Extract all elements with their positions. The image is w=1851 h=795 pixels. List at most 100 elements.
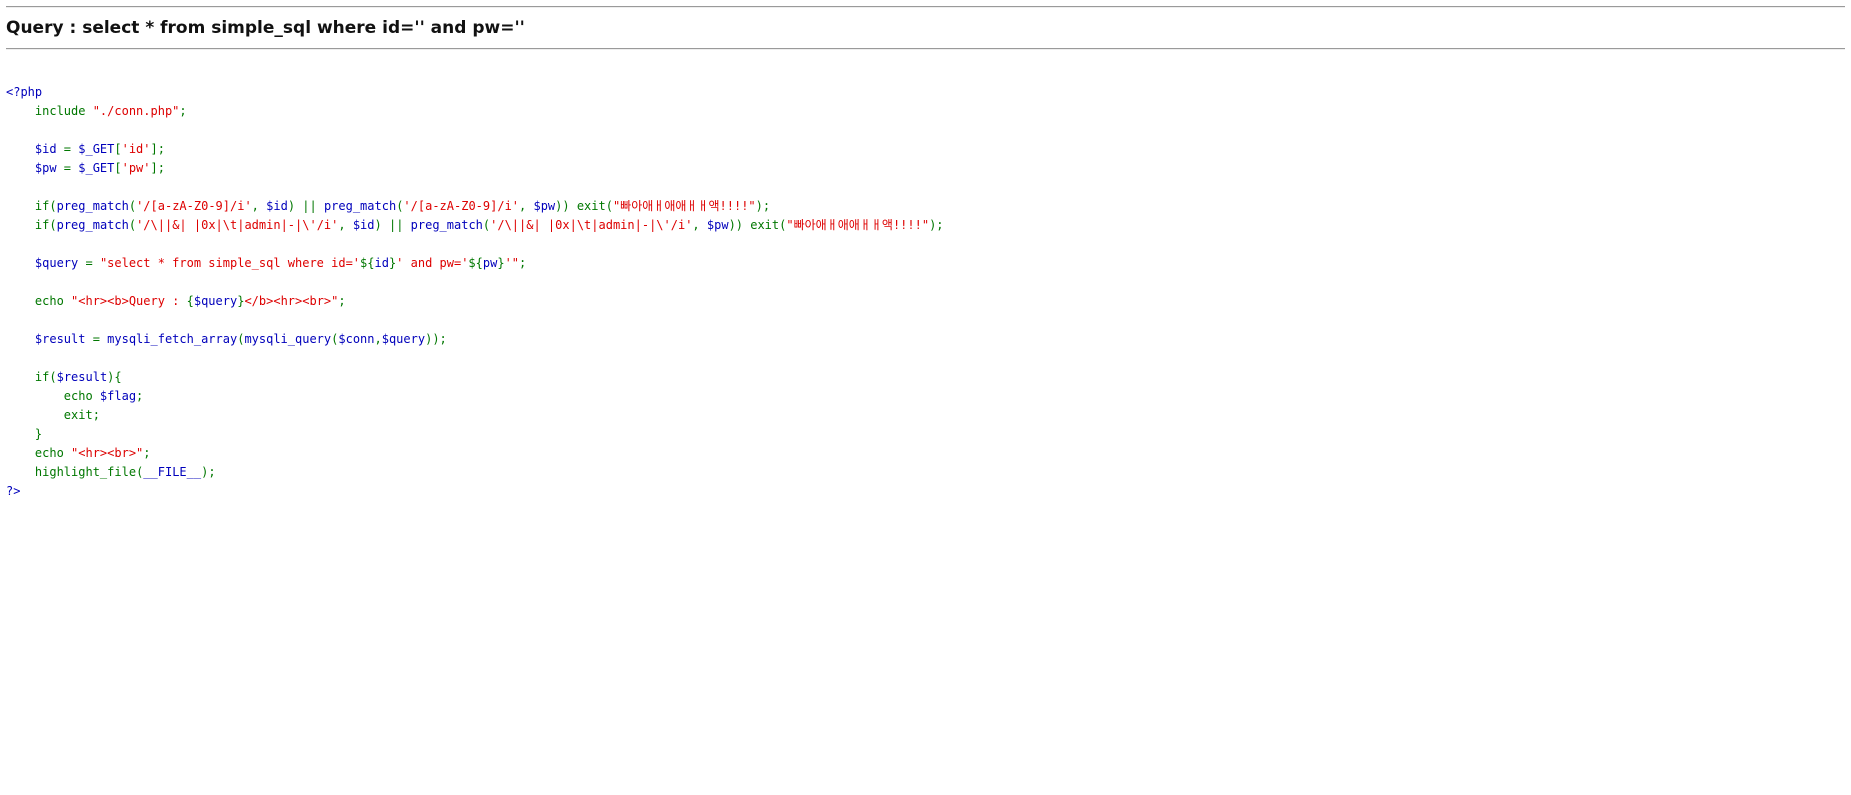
source-token: )) exit( <box>728 218 787 232</box>
source-token: ( <box>128 199 137 213</box>
source-token: , <box>692 218 707 232</box>
source-token: "빠아애ㅐ애애ㅐㅐ액!!!!" <box>612 199 756 213</box>
source-token: mysqli_query <box>244 332 332 346</box>
source-token: if( <box>34 370 57 384</box>
source-token: ; <box>179 104 187 118</box>
source-line: ?> <box>6 482 1845 501</box>
source-token <box>6 294 35 308</box>
source-line: echo "<hr><br>"; <box>6 444 1845 463</box>
source-token: [ <box>114 142 122 156</box>
source-token: $result <box>56 370 108 384</box>
source-token: echo <box>63 389 100 403</box>
source-token: , <box>251 199 267 213</box>
source-token: "빠아애ㅐ애애ㅐㅐ액!!!!" <box>786 218 930 232</box>
source-line: $query = "select * from simple_sql where… <box>6 254 1845 273</box>
source-token: ; <box>338 294 346 308</box>
source-token: "select * from simple_sql where id=' <box>99 256 361 270</box>
source-line: highlight_file(__FILE__); <box>6 463 1845 482</box>
source-token: preg_match <box>56 218 129 232</box>
source-token: = <box>63 142 79 156</box>
source-token: '/\||&| |0x|\t|admin|-|\'/i' <box>490 218 693 232</box>
source-token: { <box>186 294 194 308</box>
source-token: $query <box>193 294 238 308</box>
source-token: ' and pw=' <box>396 256 469 270</box>
query-separator: : <box>63 18 83 38</box>
query-heading: Query : select * from simple_sql where i… <box>6 18 1845 38</box>
source-token: preg_match <box>410 218 483 232</box>
source-line: $pw = $_GET['pw']; <box>6 159 1845 178</box>
source-token <box>6 408 64 422</box>
source-token: , <box>338 218 353 232</box>
source-token: ) || <box>374 218 411 232</box>
source-token <box>6 199 35 213</box>
source-token: id <box>374 256 389 270</box>
source-line: <?php <box>6 83 1845 102</box>
source-token: )) exit( <box>555 199 613 213</box>
source-token: $pw <box>6 161 64 175</box>
query-divider <box>6 48 1845 50</box>
source-token: if( <box>34 199 57 213</box>
source-token: = <box>63 161 79 175</box>
source-token: ) || <box>287 199 324 213</box>
source-line: echo "<hr><b>Query : {$query}</b><hr><br… <box>6 292 1845 311</box>
source-token: 'pw' <box>121 161 151 175</box>
source-token <box>6 427 35 441</box>
source-token <box>6 465 35 479</box>
source-line <box>6 121 1845 140</box>
source-token: $result <box>6 332 93 346</box>
source-token <box>6 389 64 403</box>
source-token: echo <box>34 294 72 308</box>
source-token: '/[a-zA-Z0-9]/i' <box>136 199 252 213</box>
source-token: 'id' <box>121 142 151 156</box>
source-line: $id = $_GET['id']; <box>6 140 1845 159</box>
source-token: "<hr><br>" <box>71 446 144 460</box>
source-token: ); <box>201 465 216 479</box>
source-token: ; <box>519 256 527 270</box>
source-token: [ <box>114 161 122 175</box>
source-token: $query <box>6 256 86 270</box>
source-token: $pw <box>533 199 556 213</box>
source-token: ; <box>143 446 151 460</box>
source-token <box>6 446 35 460</box>
source-line: if($result){ <box>6 368 1845 387</box>
source-token: = <box>92 332 108 346</box>
source-line: if(preg_match('/\||&| |0x|\t|admin|-|\'/… <box>6 216 1845 235</box>
source-token: $flag <box>99 389 137 403</box>
source-token: '/\||&| |0x|\t|admin|-|\'/i' <box>136 218 339 232</box>
source-token: <?php <box>6 85 43 99</box>
source-token: ${ <box>468 256 483 270</box>
source-line <box>6 273 1845 292</box>
source-line: } <box>6 425 1845 444</box>
source-token: ); <box>929 218 944 232</box>
source-token: } <box>497 256 505 270</box>
top-divider <box>6 6 1845 8</box>
source-token: preg_match <box>56 199 129 213</box>
source-token: ${ <box>360 256 375 270</box>
source-token: $pw <box>706 218 729 232</box>
source-token: ?> <box>6 484 21 498</box>
source-line: $result = mysqli_fetch_array(mysqli_quer… <box>6 330 1845 349</box>
source-token: exit; <box>63 408 100 422</box>
source-token: ; <box>136 389 144 403</box>
highlighted-source: <?php include "./conn.php"; $id = $_GET[… <box>6 83 1845 501</box>
source-token: "./conn.php" <box>92 104 180 118</box>
source-token: pw <box>482 256 498 270</box>
source-token: )); <box>425 332 447 346</box>
source-token <box>6 218 35 232</box>
source-token: $id <box>6 142 64 156</box>
source-line: include "./conn.php"; <box>6 102 1845 121</box>
source-line <box>6 178 1845 197</box>
source-token: </b><hr><br>" <box>244 294 339 308</box>
source-line: exit; <box>6 406 1845 425</box>
query-label: Query <box>6 18 64 38</box>
source-token: "<hr><b>Query : <box>71 294 187 308</box>
query-text: select * from simple_sql where id='' and… <box>82 18 525 38</box>
source-token: __FILE__ <box>143 465 202 479</box>
source-line <box>6 349 1845 368</box>
source-token: mysqli_fetch_array <box>107 332 238 346</box>
source-token: ){ <box>107 370 122 384</box>
source-token: if( <box>34 218 57 232</box>
source-token: } <box>34 427 43 441</box>
source-token: $_GET <box>78 161 115 175</box>
source-line <box>6 311 1845 330</box>
